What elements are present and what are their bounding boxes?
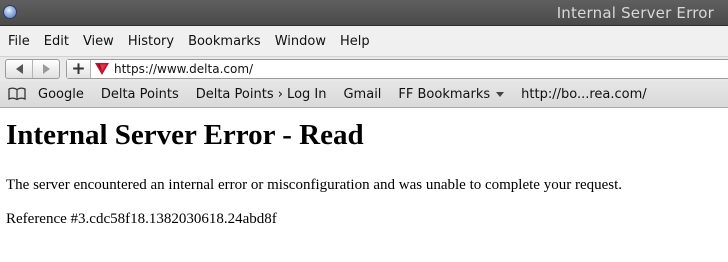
bookmark-ff-bookmarks-label: FF Bookmarks [398,86,491,102]
menu-view[interactable]: View [83,34,114,49]
chevron-down-icon [496,92,505,97]
menu-window[interactable]: Window [275,34,326,49]
back-forward-group [5,59,60,79]
address-bar[interactable]: + https://www.delta.com/ [66,59,728,79]
menu-help[interactable]: Help [340,34,370,49]
error-heading: Internal Server Error - Read [6,119,364,151]
bookmark-delta-points-login[interactable]: Delta Points › Log In [196,87,327,102]
delta-logo-icon [95,63,109,75]
window-title: Internal Server Error [556,4,714,22]
url-text[interactable]: https://www.delta.com/ [114,62,253,76]
error-message: The server encountered an internal error… [6,177,623,193]
menu-bar: File Edit View History Bookmarks Window … [0,26,728,56]
title-bar: Internal Server Error [0,0,728,26]
bookmark-ff-bookmarks-folder[interactable]: FF Bookmarks [398,86,505,102]
forward-arrow-icon [42,64,50,74]
menu-bookmarks[interactable]: Bookmarks [188,34,261,49]
forward-button[interactable] [32,60,59,78]
app-globe-icon[interactable] [3,5,17,19]
bookmark-google[interactable]: Google [38,87,84,102]
bookmark-url[interactable]: http://bo...rea.com/ [521,87,647,102]
bookmark-gmail[interactable]: Gmail [343,87,381,102]
bookmark-delta-points[interactable]: Delta Points [101,87,179,102]
new-tab-button[interactable]: + [67,60,91,78]
menu-edit[interactable]: Edit [44,34,69,49]
navigation-toolbar: + https://www.delta.com/ [0,56,728,81]
menu-history[interactable]: History [128,34,174,49]
back-button[interactable] [6,60,32,78]
menu-file[interactable]: File [8,34,30,49]
bookmarks-bar: Google Delta Points Delta Points › Log I… [0,81,728,108]
page-content: Internal Server Error - Read The server … [0,109,728,262]
open-book-icon[interactable] [8,87,26,101]
back-arrow-icon [15,64,23,74]
error-reference: Reference #3.cdc58f18.1382030618.24abd8f [6,211,277,227]
